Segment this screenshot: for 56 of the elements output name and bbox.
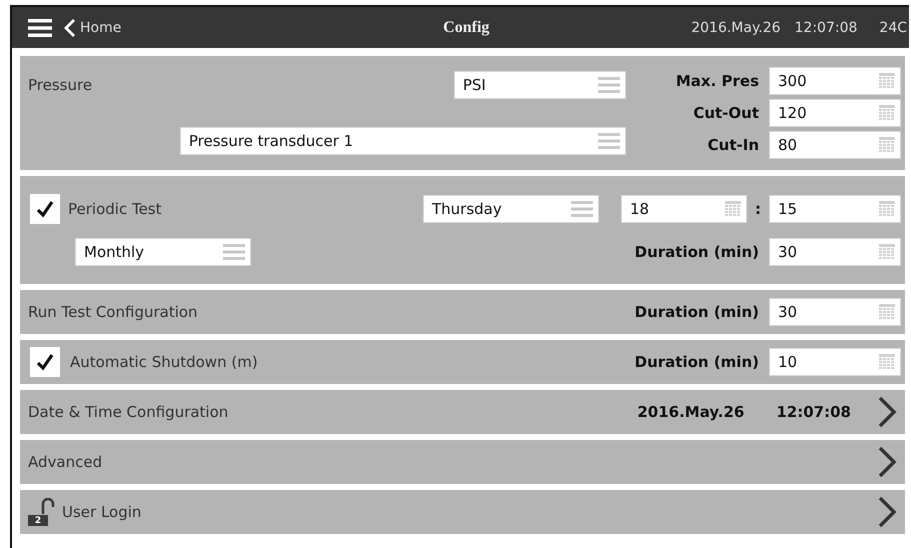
keypad-icon — [879, 201, 895, 217]
checkmark-icon — [36, 200, 54, 218]
setting-label: Cut-Out — [693, 104, 759, 122]
keypad-icon — [725, 201, 741, 217]
number-field[interactable]: 30 — [769, 238, 901, 266]
number-field[interactable]: 300 — [769, 67, 901, 95]
setting-label: Max. Pres — [676, 72, 759, 90]
setting-label: Cut-In — [708, 136, 759, 154]
chevron-left-icon — [64, 18, 76, 38]
number-field[interactable]: 18 — [621, 195, 747, 223]
keypad-icon — [879, 304, 895, 320]
number-field[interactable]: 120 — [769, 99, 901, 127]
dropdown[interactable]: PSI — [454, 71, 626, 99]
checkbox-label: Periodic Test — [68, 200, 162, 218]
keypad-icon — [879, 73, 895, 89]
number-field[interactable]: 80 — [769, 131, 901, 159]
home-link[interactable]: Home — [64, 18, 122, 38]
section-label: Pressure — [28, 76, 92, 94]
list-icon — [598, 76, 620, 94]
date-text: 2016.May.26 — [691, 20, 781, 36]
checkbox-label: Automatic Shutdown (m) — [70, 353, 258, 371]
separator-text: : — [754, 200, 762, 218]
duration-label: Duration (min) — [634, 303, 759, 321]
time-text: 12:07:08 — [776, 403, 851, 421]
chevron-right-icon[interactable] — [877, 445, 897, 479]
list-icon — [223, 243, 245, 261]
list-icon — [571, 200, 593, 218]
time-text: 12:07:08 — [794, 20, 858, 36]
keypad-icon — [879, 137, 895, 153]
chevron-right-icon[interactable] — [877, 495, 897, 529]
menu-row[interactable]: Advanced — [20, 440, 905, 484]
number-field[interactable]: 10 — [769, 348, 901, 376]
menu-row[interactable]: Date & Time Configuration 2016.May.26 12:07:08 — [20, 390, 905, 434]
dropdown[interactable]: Pressure transducer 1 — [180, 127, 626, 155]
page-title: Config — [442, 18, 490, 36]
dropdown[interactable]: Thursday — [423, 195, 599, 223]
unlocked-padlock-icon — [41, 498, 55, 514]
checkbox[interactable] — [30, 194, 60, 224]
checkbox[interactable] — [30, 347, 60, 377]
checkmark-icon — [36, 353, 54, 371]
number-field[interactable]: 30 — [769, 298, 901, 326]
duration-label: Duration (min) — [634, 353, 759, 371]
chevron-right-icon[interactable] — [877, 395, 897, 429]
level-badge: 2 — [28, 515, 48, 526]
menu-icon[interactable] — [28, 18, 52, 38]
list-icon — [598, 132, 620, 150]
menu-row[interactable]: 2 User Login — [20, 490, 905, 534]
duration-label: Duration (min) — [634, 243, 759, 261]
temperature-text: 24C — [879, 20, 907, 36]
date-text: 2016.May.26 — [637, 403, 744, 421]
number-field[interactable]: 15 — [769, 195, 901, 223]
keypad-icon — [879, 244, 895, 260]
section-label: Run Test Configuration — [28, 303, 198, 321]
keypad-icon — [879, 354, 895, 370]
dropdown[interactable]: Monthly — [75, 238, 251, 266]
keypad-icon — [879, 105, 895, 121]
